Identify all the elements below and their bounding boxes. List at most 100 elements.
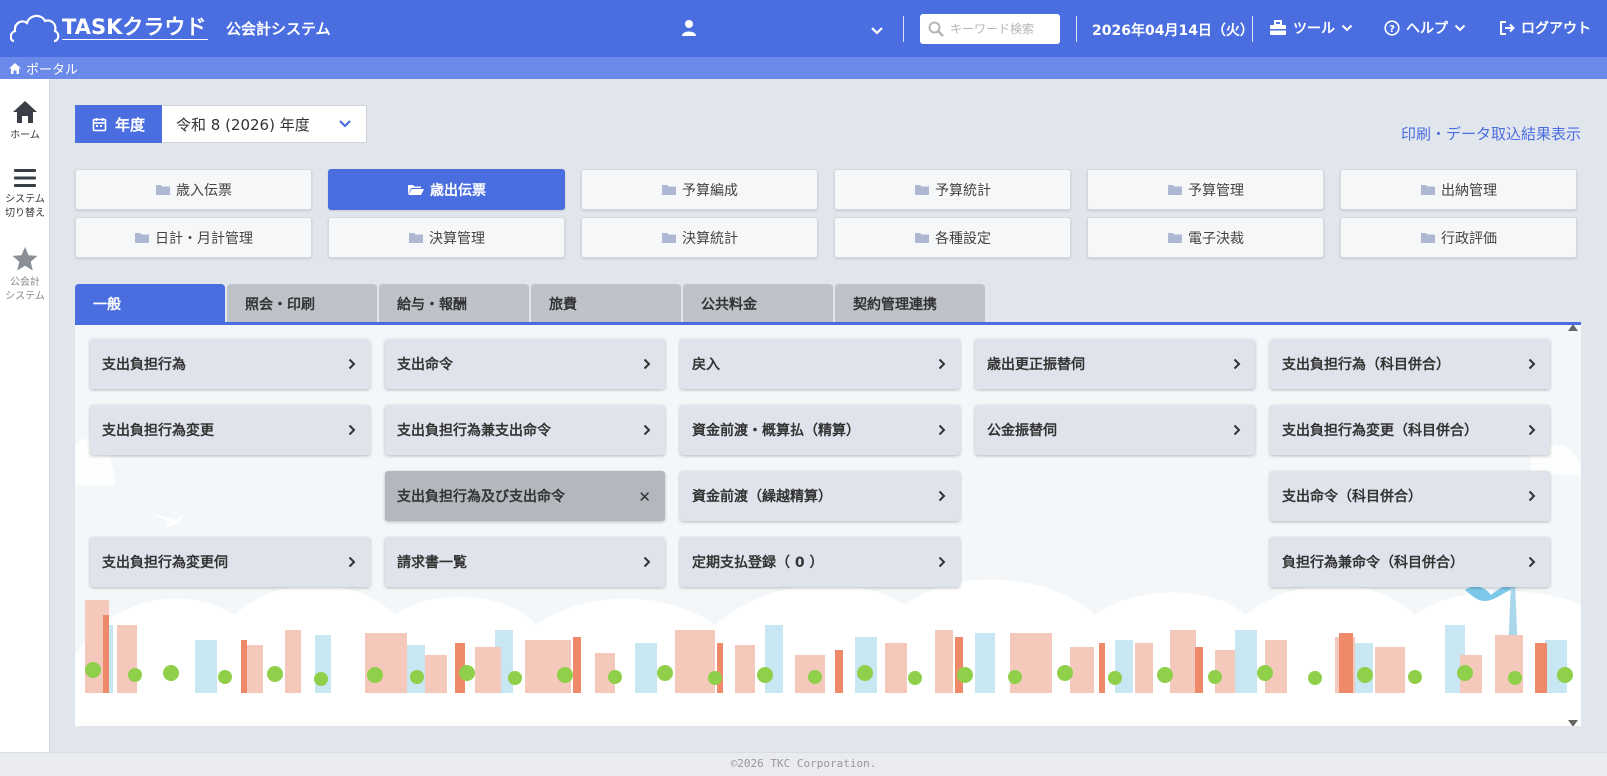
chevron-right-icon	[348, 556, 356, 568]
function-button[interactable]: 請求書一覧	[385, 537, 665, 587]
category-button[interactable]: 歳出伝票	[328, 169, 565, 210]
function-button[interactable]: 支出命令	[385, 339, 665, 389]
user-icon[interactable]	[681, 19, 697, 41]
left-navigation-rail: ホーム システム 切り替え 公会計 システム	[0, 79, 50, 752]
help-menu[interactable]: ? ヘルプ	[1384, 18, 1466, 38]
category-button[interactable]: 決算管理	[328, 217, 565, 258]
close-icon: ✕	[638, 488, 651, 506]
function-button[interactable]: 支出負担行為変更	[90, 405, 370, 455]
cloud-logo-icon	[10, 14, 60, 43]
function-button[interactable]: 公金振替伺	[975, 405, 1255, 455]
task-cloud-logo[interactable]: TASKクラウド	[10, 11, 209, 43]
function-button[interactable]: 支出負担行為（科目併合）	[1270, 339, 1550, 389]
function-button[interactable]: 歳出更正振替伺	[975, 339, 1255, 389]
fiscal-year-badge: 年度	[75, 105, 162, 143]
function-button[interactable]: 支出負担行為兼支出命令	[385, 405, 665, 455]
function-button[interactable]: 戻入	[680, 339, 960, 389]
function-label: 負担行為兼命令（科目併合）	[1282, 555, 1464, 571]
tab[interactable]: 一般	[75, 284, 225, 323]
function-button[interactable]: 資金前渡・概算払（精算）	[680, 405, 960, 455]
user-dropdown-chevron-icon[interactable]	[870, 22, 884, 41]
folder-icon	[409, 233, 423, 243]
home-icon	[9, 62, 21, 74]
rail-system-label-2: システム	[5, 291, 45, 302]
help-label: ヘルプ	[1406, 21, 1448, 37]
star-icon	[12, 247, 38, 271]
folder-open-icon	[408, 185, 424, 195]
tab[interactable]: 契約管理連携	[835, 284, 985, 323]
logo-text: TASKクラウド	[62, 15, 209, 40]
function-button[interactable]: 支出負担行為変更（科目併合）	[1270, 405, 1550, 455]
footer-copyright: ©2026 TKC Corporation.	[0, 752, 1607, 776]
home-icon	[13, 101, 37, 123]
chevron-right-icon	[348, 358, 356, 370]
chevron-right-icon	[938, 424, 946, 436]
svg-text:?: ?	[1389, 24, 1395, 35]
chevron-down-icon	[1454, 24, 1466, 32]
function-button[interactable]: 定期支払登録（ 0 ）	[680, 537, 960, 587]
category-button[interactable]: 行政評価	[1340, 217, 1577, 258]
breadcrumb: ポータル	[0, 57, 1607, 79]
rail-system-switch[interactable]: システム 切り替え	[0, 167, 50, 221]
calendar-icon	[92, 117, 107, 131]
chevron-down-icon	[339, 120, 351, 128]
category-label: 予算管理	[1188, 182, 1244, 199]
category-label: 行政評価	[1441, 230, 1497, 247]
category-label: 予算編成	[682, 182, 738, 199]
chevron-right-icon	[643, 556, 651, 568]
toolbox-icon	[1270, 20, 1286, 35]
rail-system-label-1: 公会計	[10, 277, 40, 288]
chevron-right-icon	[1528, 358, 1536, 370]
function-button[interactable]: 資金前渡（繰越精算）	[680, 471, 960, 521]
tools-menu[interactable]: ツール	[1269, 18, 1353, 38]
category-button[interactable]: 予算管理	[1087, 169, 1324, 210]
function-label: 支出負担行為変更伺	[102, 555, 228, 571]
chevron-right-icon	[1233, 424, 1241, 436]
category-button[interactable]: 電子決裁	[1087, 217, 1324, 258]
function-label: 支出負担行為（科目併合）	[1282, 357, 1450, 373]
logout-button[interactable]: ログアウト	[1499, 18, 1591, 38]
function-button[interactable]: 負担行為兼命令（科目併合）	[1270, 537, 1550, 587]
scroll-down-arrow-icon[interactable]	[1567, 719, 1579, 726]
breadcrumb-portal[interactable]: ポータル	[26, 59, 78, 78]
function-button: 支出負担行為及び支出命令 ✕	[385, 471, 665, 521]
function-button[interactable]: 支出負担行為	[90, 339, 370, 389]
chevron-right-icon	[643, 358, 651, 370]
tab[interactable]: 照会・印刷	[227, 284, 377, 323]
chevron-right-icon	[348, 424, 356, 436]
rail-home[interactable]: ホーム	[0, 99, 50, 143]
category-button[interactable]: 予算統計	[834, 169, 1071, 210]
category-button[interactable]: 日計・月計管理	[75, 217, 312, 258]
function-button[interactable]: 支出負担行為変更伺	[90, 537, 370, 587]
fiscal-year-selector[interactable]: 年度 令和 8 (2026) 年度	[75, 105, 367, 143]
function-button[interactable]: 支出命令（科目併合）	[1270, 471, 1550, 521]
logout-icon	[1500, 21, 1515, 35]
category-label: 決算統計	[682, 230, 738, 247]
scroll-up-arrow-icon[interactable]	[1567, 325, 1579, 332]
keyword-search[interactable]	[920, 14, 1060, 44]
search-input[interactable]	[950, 22, 1055, 36]
search-icon	[928, 21, 944, 37]
rail-public-accounting[interactable]: 公会計 システム	[0, 246, 50, 304]
tab[interactable]: 給与・報酬	[379, 284, 529, 323]
function-label: 資金前渡（繰越精算）	[692, 489, 832, 505]
function-label: 支出負担行為	[102, 357, 186, 373]
category-button[interactable]: 各種設定	[834, 217, 1071, 258]
category-button[interactable]: 出納管理	[1340, 169, 1577, 210]
folder-icon	[915, 185, 929, 195]
tab[interactable]: 旅費	[531, 284, 681, 323]
chevron-right-icon	[643, 424, 651, 436]
print-data-import-results-link[interactable]: 印刷・データ取込結果表示	[1401, 123, 1581, 144]
chevron-right-icon	[1528, 556, 1536, 568]
logout-label: ログアウト	[1521, 21, 1591, 37]
category-button[interactable]: 歳入伝票	[75, 169, 312, 210]
folder-icon	[1168, 233, 1182, 243]
category-button[interactable]: 予算編成	[581, 169, 818, 210]
tab[interactable]: 公共料金	[683, 284, 833, 323]
chevron-right-icon	[938, 490, 946, 502]
header-divider	[1076, 16, 1077, 42]
current-date: 2026年04月14日（火）	[1092, 23, 1254, 39]
chevron-right-icon	[1233, 358, 1241, 370]
fiscal-year-value: 令和 8 (2026) 年度	[176, 115, 310, 134]
category-button[interactable]: 決算統計	[581, 217, 818, 258]
